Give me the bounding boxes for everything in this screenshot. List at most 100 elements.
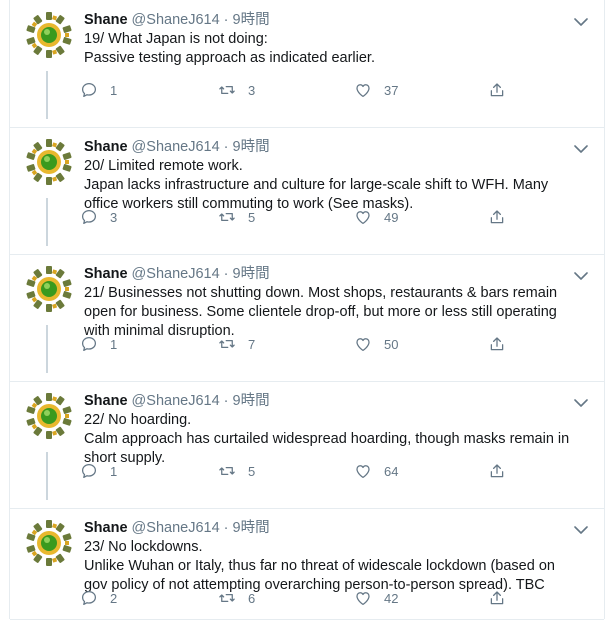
retweet-count: 6 xyxy=(248,590,256,606)
retweet-button[interactable]: 3 xyxy=(218,80,255,100)
reply-icon xyxy=(80,81,98,99)
avatar[interactable] xyxy=(24,10,74,60)
tweet-text: 19/ What Japan is not doing: Passive test… xyxy=(84,30,584,68)
share-icon xyxy=(488,335,506,353)
reply-button[interactable]: 1 xyxy=(80,334,117,354)
author-name[interactable]: Shane xyxy=(84,139,128,155)
share-button[interactable] xyxy=(488,207,506,227)
avatar[interactable] xyxy=(24,518,74,568)
tweet-content: Shane @ShaneJ614 · 9時間 20/ Limited remot… xyxy=(84,138,584,214)
chevron-down-icon[interactable] xyxy=(574,522,588,534)
chevron-down-icon[interactable] xyxy=(574,14,588,26)
reply-count: 1 xyxy=(110,82,118,98)
like-count: 49 xyxy=(384,209,399,225)
tweet-timestamp[interactable]: 9時間 xyxy=(233,12,270,28)
tweet-header: Shane @ShaneJ614 · 9時間 xyxy=(84,392,584,411)
chevron-down-icon[interactable] xyxy=(574,268,588,280)
tweet-text-line: 23/ No lockdowns. xyxy=(84,539,203,555)
tweet-content: Shane @ShaneJ614 · 9時間 19/ What Japan is… xyxy=(84,11,584,68)
reply-button[interactable]: 2 xyxy=(80,588,117,608)
tweet-text: 21/ Businesses not shutting down. Most s… xyxy=(84,284,584,341)
like-button[interactable]: 37 xyxy=(354,80,398,100)
reply-icon xyxy=(80,462,98,480)
reply-icon xyxy=(80,335,98,353)
like-count: 37 xyxy=(384,82,399,98)
like-button[interactable]: 64 xyxy=(354,461,398,481)
tweet-text-line: Passive testing approach as indicated ea… xyxy=(84,50,375,66)
retweet-count: 3 xyxy=(248,82,256,98)
avatar[interactable] xyxy=(24,264,74,314)
author-name[interactable]: Shane xyxy=(84,266,128,282)
heart-icon xyxy=(354,335,372,353)
tweet-text: 23/ No lockdowns. Unlike Wuhan or Italy, … xyxy=(84,538,584,595)
like-button[interactable]: 42 xyxy=(354,588,398,608)
heart-icon xyxy=(354,462,372,480)
tweet[interactable]: Shane @ShaneJ614 · 9時間 20/ Limited remot… xyxy=(10,127,604,255)
tweet-header: Shane @ShaneJ614 · 9時間 xyxy=(84,138,584,157)
reply-count: 1 xyxy=(110,463,118,479)
tweet-text: 22/ No hoarding. Calm approach has curtai… xyxy=(84,411,584,468)
tweet[interactable]: Shane @ShaneJ614 · 9時間 23/ No lockdowns.… xyxy=(10,508,604,620)
separator: · xyxy=(223,266,229,282)
tweet-timestamp[interactable]: 9時間 xyxy=(233,393,270,409)
like-button[interactable]: 49 xyxy=(354,207,398,227)
reply-icon xyxy=(80,208,98,226)
retweet-icon xyxy=(218,335,236,353)
thread-connector xyxy=(46,325,48,373)
retweet-button[interactable]: 5 xyxy=(218,461,255,481)
tweet[interactable]: Shane @ShaneJ614 · 9時間 19/ What Japan is… xyxy=(10,0,604,128)
like-button[interactable]: 50 xyxy=(354,334,398,354)
retweet-count: 5 xyxy=(248,209,256,225)
separator: · xyxy=(223,520,229,536)
avatar[interactable] xyxy=(24,391,74,441)
tweet[interactable]: Shane @ShaneJ614 · 9時間 22/ No hoarding. C… xyxy=(10,381,604,509)
author-name[interactable]: Shane xyxy=(84,520,128,536)
reply-icon xyxy=(80,589,98,607)
retweet-icon xyxy=(218,81,236,99)
share-icon xyxy=(488,589,506,607)
separator: · xyxy=(223,12,229,28)
tweet-actions: 2 6 42 xyxy=(80,588,520,608)
retweet-button[interactable]: 7 xyxy=(218,334,255,354)
author-handle[interactable]: @ShaneJ614 xyxy=(132,266,220,282)
like-count: 64 xyxy=(384,463,399,479)
share-button[interactable] xyxy=(488,80,506,100)
retweet-icon xyxy=(218,208,236,226)
tweet-text: 20/ Limited remote work. Japan lacks infr… xyxy=(84,157,584,214)
author-handle[interactable]: @ShaneJ614 xyxy=(132,393,220,409)
separator: · xyxy=(223,139,229,155)
tweet-timestamp[interactable]: 9時間 xyxy=(233,520,270,536)
reply-button[interactable]: 1 xyxy=(80,80,117,100)
tweet[interactable]: Shane @ShaneJ614 · 9時間 21/ Businesses no… xyxy=(10,254,604,382)
retweet-count: 5 xyxy=(248,463,256,479)
tweet-header: Shane @ShaneJ614 · 9時間 xyxy=(84,265,584,284)
tweet-actions: 3 5 49 xyxy=(80,207,520,227)
author-handle[interactable]: @ShaneJ614 xyxy=(132,520,220,536)
author-name[interactable]: Shane xyxy=(84,12,128,28)
author-handle[interactable]: @ShaneJ614 xyxy=(132,12,220,28)
share-button[interactable] xyxy=(488,334,506,354)
reply-button[interactable]: 3 xyxy=(80,207,117,227)
retweet-button[interactable]: 5 xyxy=(218,207,255,227)
reply-button[interactable]: 1 xyxy=(80,461,117,481)
share-button[interactable] xyxy=(488,588,506,608)
retweet-icon xyxy=(218,462,236,480)
reply-count: 3 xyxy=(110,209,118,225)
author-handle[interactable]: @ShaneJ614 xyxy=(132,139,220,155)
tweet-text-line: Calm approach has curtailed widespread h… xyxy=(84,431,570,447)
share-icon xyxy=(488,81,506,99)
tweet-actions: 1 5 64 xyxy=(80,461,520,481)
tweet-timestamp[interactable]: 9時間 xyxy=(233,139,270,155)
chevron-down-icon[interactable] xyxy=(574,395,588,407)
heart-icon xyxy=(354,208,372,226)
thread-connector xyxy=(46,71,48,119)
retweet-button[interactable]: 6 xyxy=(218,588,255,608)
like-count: 50 xyxy=(384,336,399,352)
tweet-content: Shane @ShaneJ614 · 9時間 23/ No lockdowns.… xyxy=(84,519,584,595)
avatar[interactable] xyxy=(24,137,74,187)
share-button[interactable] xyxy=(488,461,506,481)
tweet-header: Shane @ShaneJ614 · 9時間 xyxy=(84,11,584,30)
chevron-down-icon[interactable] xyxy=(574,141,588,153)
author-name[interactable]: Shane xyxy=(84,393,128,409)
tweet-timestamp[interactable]: 9時間 xyxy=(233,266,270,282)
